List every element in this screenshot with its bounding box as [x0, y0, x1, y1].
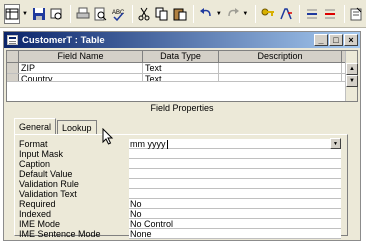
- property-row-default-value: Default Value: [19, 169, 343, 179]
- view-dropdown-icon[interactable]: ▼: [22, 11, 28, 17]
- undo-icon[interactable]: [198, 4, 214, 24]
- view-icon[interactable]: [4, 3, 20, 24]
- separator: [255, 4, 257, 23]
- table-row[interactable]: Country Text: [7, 74, 357, 82]
- property-row-validation-rule: Validation Rule: [19, 179, 343, 189]
- table-icon: [7, 35, 18, 45]
- general-tab-page: Format mm yyyy ▼ Input Mask Caption Defau…: [14, 134, 348, 239]
- scroll-down-icon[interactable]: ▼: [346, 75, 358, 87]
- ime-mode-field[interactable]: No Control: [129, 219, 341, 229]
- field-name-cell[interactable]: ZIP: [19, 63, 143, 73]
- tab-general[interactable]: General: [14, 118, 57, 134]
- format-value: mm yyyy: [130, 139, 166, 149]
- cut-icon[interactable]: [137, 4, 153, 24]
- property-row-required: Required No: [19, 199, 343, 209]
- print-icon[interactable]: [75, 4, 91, 24]
- restore-button[interactable]: □: [329, 34, 343, 46]
- property-label: Input Mask: [19, 149, 64, 159]
- row-selector-header: [7, 51, 19, 62]
- window-title: CustomerT : Table: [22, 34, 105, 46]
- ime-sentence-mode-field[interactable]: None: [129, 229, 341, 239]
- dropdown-arrow-icon[interactable]: ▼: [330, 138, 341, 149]
- caption-field[interactable]: [129, 159, 341, 169]
- indexed-field[interactable]: No: [129, 209, 341, 219]
- column-header-data-type[interactable]: Data Type: [143, 51, 219, 62]
- indexes-icon[interactable]: [278, 4, 294, 24]
- separator: [131, 4, 133, 23]
- field-name-cell[interactable]: Country: [19, 74, 143, 81]
- svg-text:ABC: ABC: [112, 10, 125, 16]
- table-design-window: CustomerT : Table _ □ × Field Name Data …: [3, 31, 361, 241]
- data-type-cell[interactable]: Text: [143, 74, 219, 81]
- find-icon[interactable]: [49, 4, 65, 24]
- separator: [193, 4, 195, 23]
- property-row-format: Format mm yyyy ▼: [19, 138, 343, 150]
- redo-dropdown-icon[interactable]: ▼: [242, 11, 248, 17]
- required-field[interactable]: No: [129, 199, 341, 209]
- format-field[interactable]: mm yyyy ▼: [129, 138, 341, 150]
- paste-icon[interactable]: [172, 4, 188, 24]
- table-row[interactable]: ZIP Text: [7, 63, 357, 74]
- row-selector[interactable]: [7, 74, 19, 81]
- vertical-scrollbar[interactable]: ▲ ▼: [345, 51, 358, 101]
- separator: [70, 4, 72, 23]
- property-label: Indexed: [19, 209, 52, 219]
- save-icon[interactable]: [31, 4, 47, 24]
- window-controls: _ □ ×: [313, 34, 358, 46]
- separator: [299, 4, 301, 23]
- property-row-validation-text: Validation Text: [19, 189, 343, 199]
- property-row-input-mask: Input Mask: [19, 149, 343, 159]
- property-label: Validation Text: [19, 189, 77, 199]
- delete-rows-icon[interactable]: [322, 4, 338, 24]
- default-value-field[interactable]: [129, 169, 341, 179]
- property-row-ime-mode: IME Mode No Control: [19, 219, 343, 229]
- description-cell[interactable]: [219, 63, 342, 73]
- field-properties-panel: General Lookup Format mm yyyy ▼ Input Mas…: [10, 116, 356, 239]
- property-row-caption: Caption: [19, 159, 343, 169]
- toolbar: ▼ ABC ▼ ▼: [0, 0, 366, 28]
- minimize-button[interactable]: _: [314, 34, 328, 46]
- property-label: Caption: [19, 159, 51, 169]
- column-header-field-name[interactable]: Field Name: [19, 51, 143, 62]
- redo-icon[interactable]: [225, 4, 241, 24]
- grid-header: Field Name Data Type Description: [7, 51, 357, 63]
- property-row-indexed: Indexed No: [19, 209, 343, 219]
- property-label: IME Mode: [19, 219, 61, 229]
- separator: [343, 4, 345, 23]
- field-grid: Field Name Data Type Description ZIP Tex…: [6, 50, 358, 102]
- field-properties-label: Field Properties: [150, 103, 214, 113]
- property-label: Default Value: [19, 169, 73, 179]
- validation-rule-field[interactable]: [129, 179, 341, 189]
- text-caret: [166, 140, 168, 150]
- properties-tabs: General Lookup: [14, 118, 98, 134]
- mouse-pointer-icon: [102, 128, 114, 145]
- property-label: Required: [19, 199, 56, 209]
- input-mask-field[interactable]: [129, 149, 341, 159]
- properties-icon[interactable]: [349, 4, 365, 24]
- copy-icon[interactable]: [154, 4, 170, 24]
- primary-key-icon[interactable]: [260, 4, 276, 24]
- insert-rows-icon[interactable]: [304, 4, 320, 24]
- scroll-up-icon[interactable]: ▲: [346, 63, 358, 75]
- window-titlebar[interactable]: CustomerT : Table _ □ ×: [4, 32, 360, 48]
- property-label: IME Sentence Mode: [19, 229, 101, 239]
- property-label: Validation Rule: [19, 179, 79, 189]
- close-button[interactable]: ×: [344, 34, 358, 46]
- row-selector[interactable]: [7, 63, 19, 73]
- data-type-cell[interactable]: Text: [143, 63, 219, 73]
- undo-dropdown-icon[interactable]: ▼: [216, 11, 222, 17]
- tab-lookup[interactable]: Lookup: [57, 120, 97, 134]
- column-header-description[interactable]: Description: [219, 51, 342, 62]
- description-cell[interactable]: [219, 74, 342, 81]
- print-preview-icon[interactable]: [93, 4, 109, 24]
- property-row-ime-sentence-mode: IME Sentence Mode None: [19, 229, 343, 239]
- validation-text-field[interactable]: [129, 189, 341, 199]
- spelling-icon[interactable]: ABC: [110, 4, 126, 24]
